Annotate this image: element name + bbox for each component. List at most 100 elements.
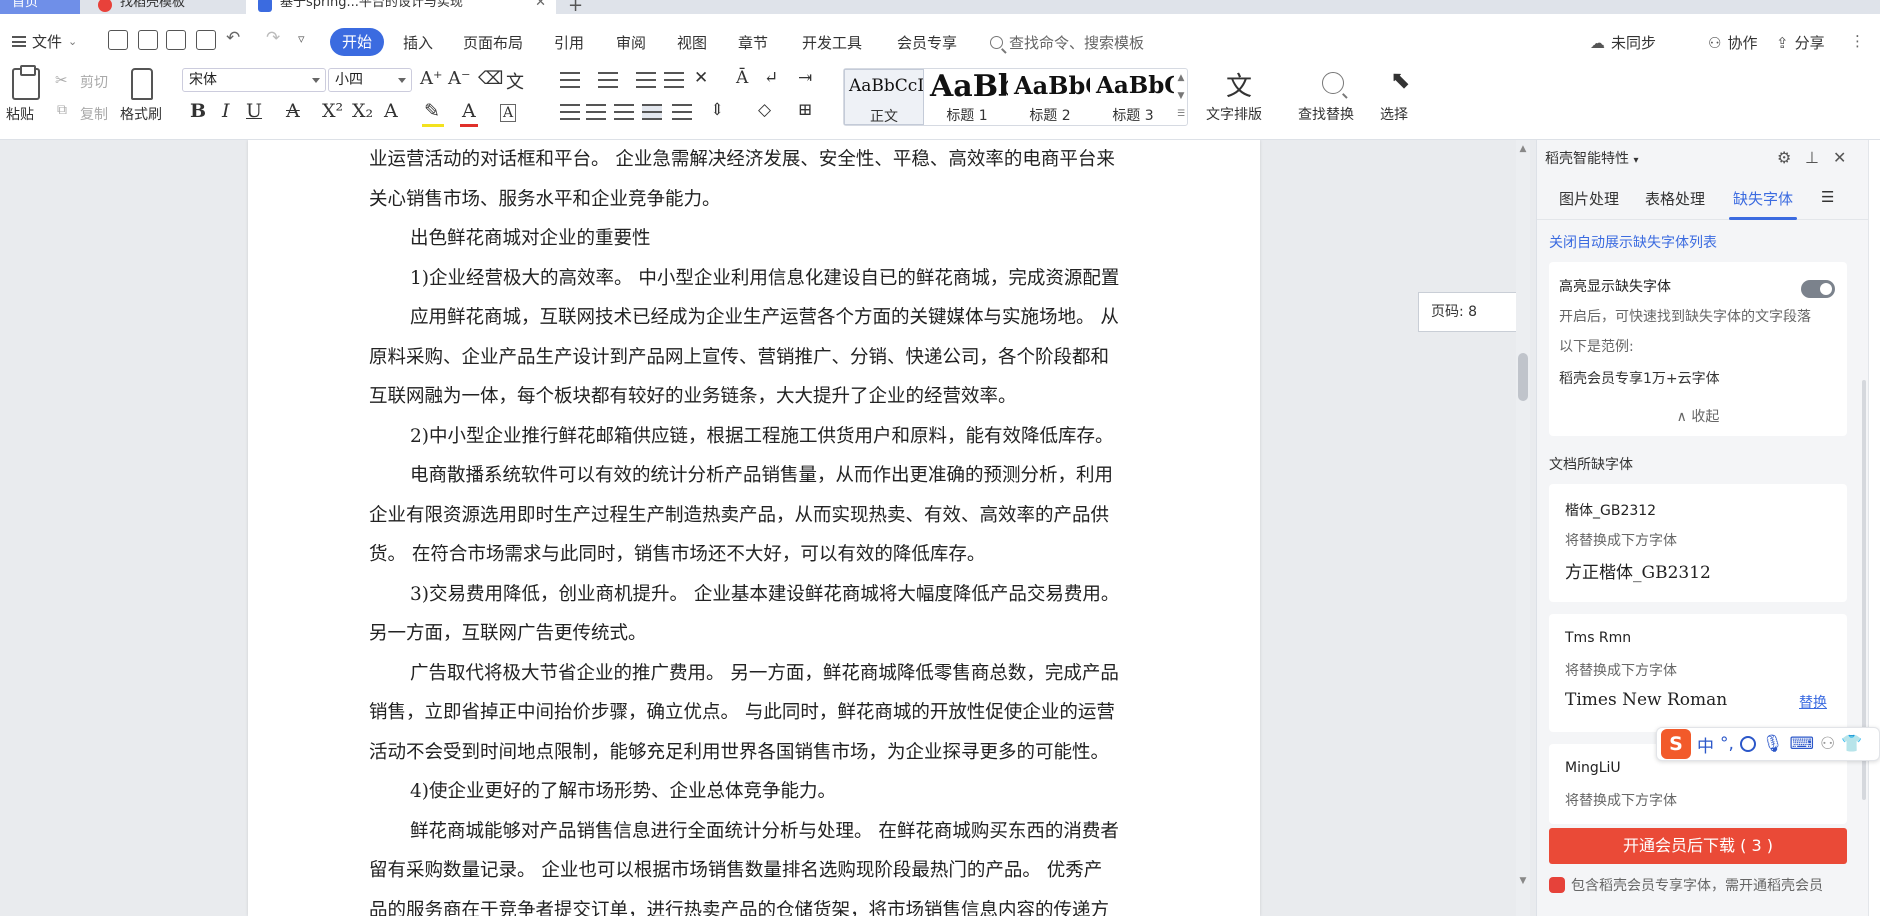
align-center-icon[interactable] (586, 104, 606, 120)
pinyin-icon[interactable]: 文 (506, 68, 524, 94)
menu-page-layout[interactable]: 页面布局 (463, 32, 523, 53)
menu-developer[interactable]: 开发工具 (802, 32, 862, 53)
ime-punct-toggle[interactable]: °, (1720, 734, 1734, 754)
gear-icon[interactable]: ⚙ (1777, 148, 1791, 167)
select-button[interactable]: 选择 (1380, 104, 1408, 124)
scroll-down-icon[interactable]: ▼ (1516, 876, 1530, 886)
numbered-list-icon[interactable] (598, 72, 618, 88)
strikethrough-icon[interactable]: A (286, 100, 300, 122)
customize-toolbar-icon[interactable]: ▿ (298, 32, 305, 47)
shading-icon[interactable]: ◇ (758, 100, 771, 120)
align-right-icon[interactable] (614, 104, 634, 120)
menu-chapter[interactable]: 章节 (738, 32, 768, 53)
style-normal[interactable]: AaBbCcDd 正文 (844, 69, 924, 125)
command-search[interactable]: 查找命令、搜索模板 (990, 32, 1144, 53)
print-icon[interactable] (166, 30, 186, 50)
line-spacing-icon[interactable]: ⇕ (710, 100, 724, 120)
sogou-logo-icon[interactable]: S (1661, 729, 1691, 759)
align-left-icon[interactable] (560, 104, 580, 120)
menu-view[interactable]: 视图 (677, 32, 707, 53)
style-heading-2[interactable]: AaBbC 标题 2 (1010, 69, 1090, 125)
paste-icon[interactable] (12, 65, 40, 100)
tab-template[interactable]: 找稻壳模板 (86, 0, 240, 14)
borders-icon[interactable]: ⊞ (798, 100, 812, 120)
cut-button[interactable]: 剪切 (80, 72, 108, 92)
copy-button[interactable]: 复制 (80, 104, 108, 124)
document-scrollbar[interactable]: ▲ ▼ (1516, 140, 1530, 916)
text-layout-icon[interactable]: 文 (1226, 66, 1252, 103)
underline-icon[interactable]: U (246, 100, 262, 122)
increase-indent-icon[interactable] (664, 72, 684, 88)
subscript-icon[interactable]: X₂ (352, 100, 373, 122)
menu-member[interactable]: 会员专享 (897, 32, 957, 53)
microphone-icon[interactable]: 🎙 (1762, 734, 1784, 754)
chinese-layout-icon[interactable]: ✕ (694, 68, 708, 88)
collapse-button[interactable]: ∧ 收起 (1549, 406, 1847, 426)
menu-references[interactable]: 引用 (554, 32, 584, 53)
disable-auto-list-link[interactable]: 关闭自动展示缺失字体列表 (1549, 232, 1717, 252)
save-icon[interactable] (108, 30, 128, 50)
paste-button[interactable]: 粘贴 (6, 104, 34, 124)
superscript-icon[interactable]: X² (322, 100, 343, 122)
ime-mode-toggle[interactable]: 中 (1697, 732, 1714, 757)
skin-icon[interactable]: 👕 (1841, 734, 1862, 754)
text-effect-icon[interactable]: A (384, 100, 398, 122)
char-border-icon[interactable]: A (500, 104, 517, 122)
tab-table-processing[interactable]: 表格处理 (1645, 188, 1705, 209)
italic-icon[interactable]: I (222, 100, 230, 122)
document-page[interactable]: 业运营活动的对话框和平台。 企业急需解决经济发展、安全性、平稳、高效率的电商平台… (248, 140, 1260, 916)
format-painter-icon[interactable] (131, 68, 153, 100)
close-icon[interactable]: ✕ (1833, 148, 1846, 167)
print-preview-icon[interactable] (196, 30, 216, 50)
download-with-membership-button[interactable]: 开通会员后下载 ( 3 ) (1549, 828, 1847, 864)
tab-image-processing[interactable]: 图片处理 (1559, 188, 1619, 209)
font-name-select[interactable]: 宋体 (182, 68, 326, 92)
style-gallery-scroll[interactable]: ▲ ▼ ☰ (1175, 69, 1187, 125)
new-tab-icon[interactable]: + (568, 0, 583, 14)
find-replace-button[interactable]: 查找替换 (1298, 104, 1354, 124)
shrink-font-icon[interactable]: A⁻ (448, 68, 471, 89)
line-break-icon[interactable]: ↵ (764, 68, 778, 88)
font-card[interactable]: 楷体_GB2312 将替换成下方字体 方正楷体_GB2312 (1549, 484, 1847, 602)
highlight-icon[interactable]: ✎ (424, 100, 440, 122)
user-icon[interactable]: ⚇ (1820, 734, 1835, 754)
collab-button[interactable]: ⚇ 协作 (1708, 32, 1757, 53)
text-direction-icon[interactable]: Ā (736, 68, 748, 88)
close-icon[interactable]: ✕ (535, 0, 546, 12)
select-cursor-icon[interactable]: ⬉ (1390, 66, 1410, 94)
scrollbar-thumb[interactable] (1518, 353, 1528, 401)
keyboard-icon[interactable]: ⌨ (1790, 734, 1815, 754)
tab-document[interactable]: 基于spring...平台的设计与实现 ✕ (246, 0, 556, 14)
tab-missing-fonts[interactable]: 缺失字体 (1733, 188, 1793, 209)
style-heading-1[interactable]: AaBb 标题 1 (926, 69, 1008, 125)
scroll-up-icon[interactable]: ▲ (1516, 144, 1530, 154)
undo-icon[interactable]: ↶ (226, 28, 240, 48)
font-card[interactable]: Tms Rmn 将替换成下方字体 Times New Roman 替换 (1549, 614, 1847, 732)
menu-review[interactable]: 审阅 (616, 32, 646, 53)
replace-font-link[interactable]: 替换 (1799, 692, 1827, 712)
ime-toolbar[interactable]: S 中 °, 🎙 ⌨ ⚇ 👕 (1656, 727, 1880, 761)
menu-insert[interactable]: 插入 (403, 32, 433, 53)
sync-status[interactable]: ☁ 未同步 (1590, 32, 1656, 53)
bullet-list-icon[interactable] (560, 72, 580, 88)
document-body[interactable]: 业运营活动的对话框和平台。 企业急需解决经济发展、安全性、平稳、高效率的电商平台… (369, 140, 1187, 916)
tab-home[interactable]: 首页 (0, 0, 80, 14)
text-layout-button[interactable]: 文字排版 (1206, 104, 1262, 124)
font-size-select[interactable]: 小四 (328, 68, 412, 92)
emoji-icon[interactable] (1739, 736, 1756, 752)
justify-icon[interactable] (642, 104, 662, 120)
more-icon[interactable]: ⋮ (1850, 32, 1865, 50)
menu-list-icon[interactable]: ☰ (1821, 188, 1834, 206)
panel-title[interactable]: 稻壳智能特性 ▾ (1545, 148, 1638, 168)
style-heading-3[interactable]: AaBbC 标题 3 (1092, 69, 1174, 125)
bold-icon[interactable]: B (190, 100, 206, 122)
file-menu[interactable]: 文件 ⌄ (12, 31, 77, 52)
redo-icon[interactable]: ↷ (266, 28, 280, 48)
side-tool-strip[interactable] (1868, 140, 1880, 916)
font-color-icon[interactable]: A (462, 100, 476, 122)
menu-start[interactable]: 开始 (330, 28, 384, 56)
share-button[interactable]: ⇪ 分享 (1776, 32, 1825, 53)
pin-icon[interactable]: ⊥ (1805, 148, 1819, 167)
find-replace-icon[interactable] (1322, 72, 1344, 94)
grow-font-icon[interactable]: A⁺ (420, 68, 443, 89)
